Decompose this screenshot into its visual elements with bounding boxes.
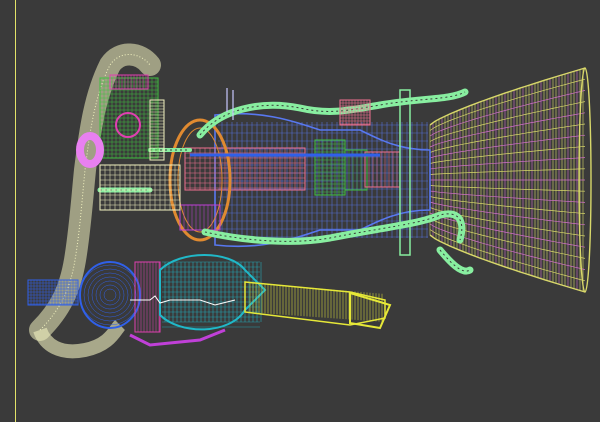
turbine-exhaust-duct[interactable] <box>244 281 392 330</box>
nozzle-bell[interactable] <box>429 67 592 293</box>
rocket-engine-wireframe-model[interactable] <box>0 0 600 422</box>
cream-fuel-duct[interactable] <box>29 43 161 359</box>
3d-viewport[interactable] <box>0 0 600 422</box>
